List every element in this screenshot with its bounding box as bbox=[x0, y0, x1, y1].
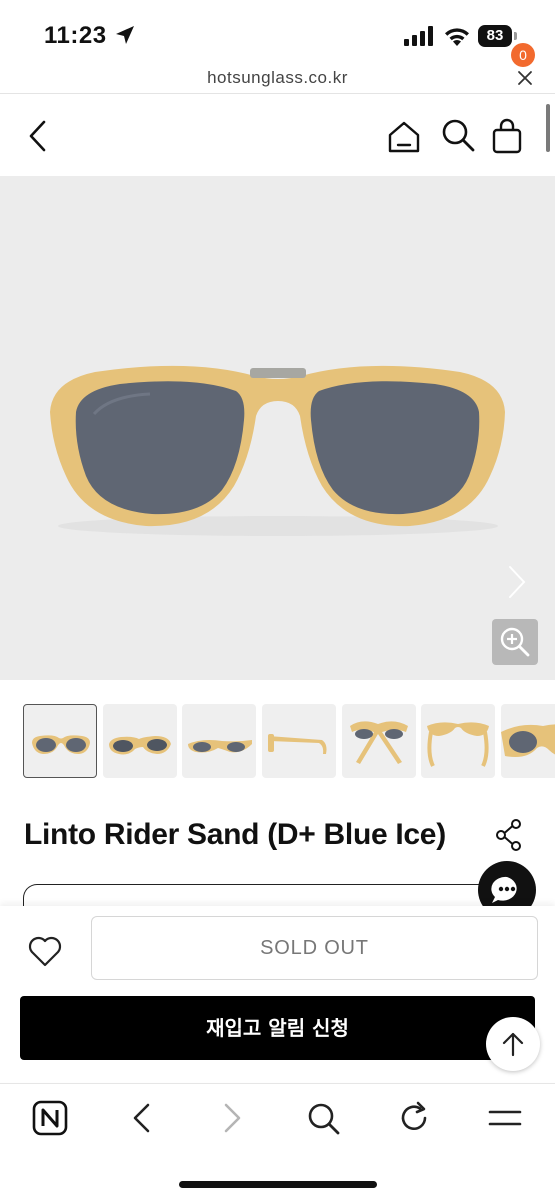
thumbnail-strip[interactable] bbox=[0, 704, 555, 778]
shop-header bbox=[0, 95, 555, 175]
product-title: Linto Rider Sand (D+ Blue Ice) bbox=[24, 818, 446, 851]
battery-level: 83 bbox=[478, 25, 512, 47]
wifi-icon bbox=[445, 28, 469, 46]
battery-icon: 83 bbox=[478, 25, 518, 47]
search-icon[interactable] bbox=[305, 1100, 341, 1136]
thumbnail-5[interactable] bbox=[342, 704, 416, 778]
menu-icon[interactable] bbox=[487, 1100, 523, 1136]
sold-out-button[interactable]: SOLD OUT bbox=[91, 916, 538, 980]
status-bar: 11:23 83 bbox=[0, 0, 555, 64]
arrow-up-icon bbox=[502, 1032, 524, 1057]
url-text[interactable]: hotsunglass.co.kr bbox=[0, 68, 555, 88]
product-image[interactable] bbox=[0, 176, 555, 680]
home-icon[interactable] bbox=[386, 119, 422, 155]
forward-icon bbox=[224, 1103, 241, 1133]
heart-icon[interactable] bbox=[26, 934, 64, 968]
scroll-to-top-button[interactable] bbox=[486, 1017, 540, 1071]
home-indicator bbox=[179, 1181, 377, 1188]
status-time: 11:23 bbox=[44, 22, 107, 49]
cart-icon[interactable] bbox=[490, 117, 526, 155]
next-image-arrow-icon[interactable] bbox=[506, 564, 528, 600]
location-arrow-icon bbox=[116, 26, 134, 44]
close-icon[interactable] bbox=[516, 69, 534, 87]
thumbnail-three-quarter-image bbox=[188, 740, 252, 753]
cart-count-badge: 0 bbox=[511, 43, 535, 67]
thumbnail-7[interactable] bbox=[501, 704, 555, 778]
thumbnail-3[interactable] bbox=[182, 704, 256, 778]
thumbnail-1[interactable] bbox=[23, 704, 97, 778]
search-icon[interactable] bbox=[440, 117, 476, 153]
share-icon[interactable] bbox=[494, 818, 524, 852]
cellular-signal-icon bbox=[404, 26, 433, 46]
thumbnail-6[interactable] bbox=[421, 704, 495, 778]
back-icon[interactable] bbox=[24, 119, 52, 153]
purchase-bar: SOLD OUT 재입고 알림 신청 bbox=[0, 906, 555, 1082]
naver-n-icon[interactable] bbox=[32, 1100, 68, 1136]
thumbnail-folded-image bbox=[427, 722, 489, 767]
thumbnail-2[interactable] bbox=[103, 704, 177, 778]
reload-icon[interactable] bbox=[396, 1100, 432, 1136]
thumbnail-top-image bbox=[350, 721, 408, 764]
browser-url-bar[interactable]: hotsunglass.co.kr bbox=[0, 64, 555, 94]
zoom-button[interactable] bbox=[492, 619, 538, 665]
sunglasses-image bbox=[50, 365, 505, 536]
restock-notify-button[interactable]: 재입고 알림 신청 bbox=[20, 996, 535, 1060]
thumbnail-side-image bbox=[268, 734, 327, 754]
scroll-indicator bbox=[546, 104, 550, 152]
thumbnail-angle-image bbox=[109, 736, 171, 755]
back-icon[interactable] bbox=[124, 1100, 160, 1136]
zoom-in-icon bbox=[500, 627, 530, 657]
thumbnail-4[interactable] bbox=[262, 704, 336, 778]
thumbnail-front-image bbox=[32, 735, 90, 754]
thumbnail-closeup-image bbox=[501, 724, 555, 757]
